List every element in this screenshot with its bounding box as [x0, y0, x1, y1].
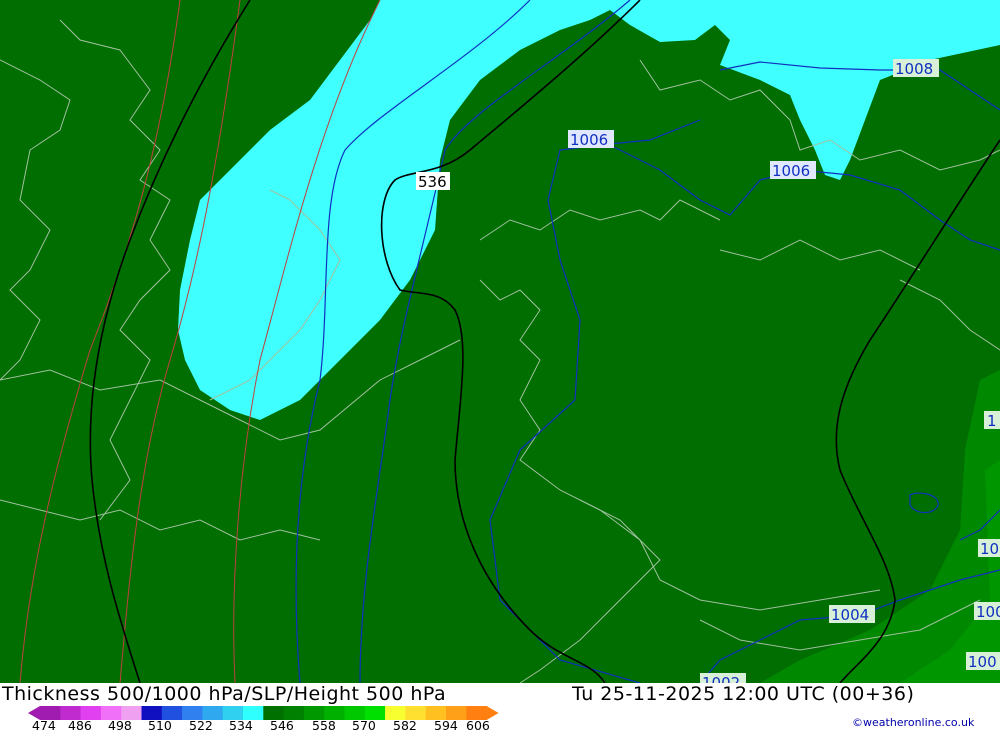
legend-tick: 486	[68, 718, 92, 733]
legend-tick: 534	[229, 718, 253, 733]
legend-tick: 570	[352, 718, 376, 733]
label-1006-b: 1006	[772, 162, 810, 180]
credit-link[interactable]: ©weatheronline.co.uk	[852, 716, 974, 729]
label-536: 536	[418, 173, 447, 191]
label-1006-a: 1006	[570, 131, 608, 149]
label-edge-100-a: 100	[976, 603, 1000, 621]
legend-tick: 582	[393, 718, 417, 733]
label-1002: 1002	[702, 674, 740, 683]
legend-tick: 522	[189, 718, 213, 733]
label-edge-1: 1	[987, 412, 997, 430]
map-title: Thickness 500/1000 hPa/SLP/Height 500 hP…	[2, 683, 447, 705]
legend-tick: 498	[108, 718, 132, 733]
footer-bar: Thickness 500/1000 hPa/SLP/Height 500 hP…	[0, 683, 1000, 733]
legend-tick: 558	[312, 718, 336, 733]
label-1004: 1004	[831, 606, 869, 624]
legend-tick: 606	[466, 718, 490, 733]
label-1008: 1008	[895, 60, 933, 78]
legend-tick: 510	[148, 718, 172, 733]
label-edge-10: 10	[980, 540, 999, 558]
weather-map: 536 1006 1006 1008 1004 1002 1 10 100 10…	[0, 0, 1000, 683]
legend-ticks: 474 486 498 510 522 534 546 558 570 582 …	[0, 718, 520, 733]
legend-tick: 546	[270, 718, 294, 733]
legend-tick: 474	[32, 718, 56, 733]
legend-tick: 594	[434, 718, 458, 733]
valid-time: Tu 25-11-2025 12:00 UTC (00+36)	[572, 683, 915, 705]
label-edge-100-b: 100	[968, 653, 997, 671]
